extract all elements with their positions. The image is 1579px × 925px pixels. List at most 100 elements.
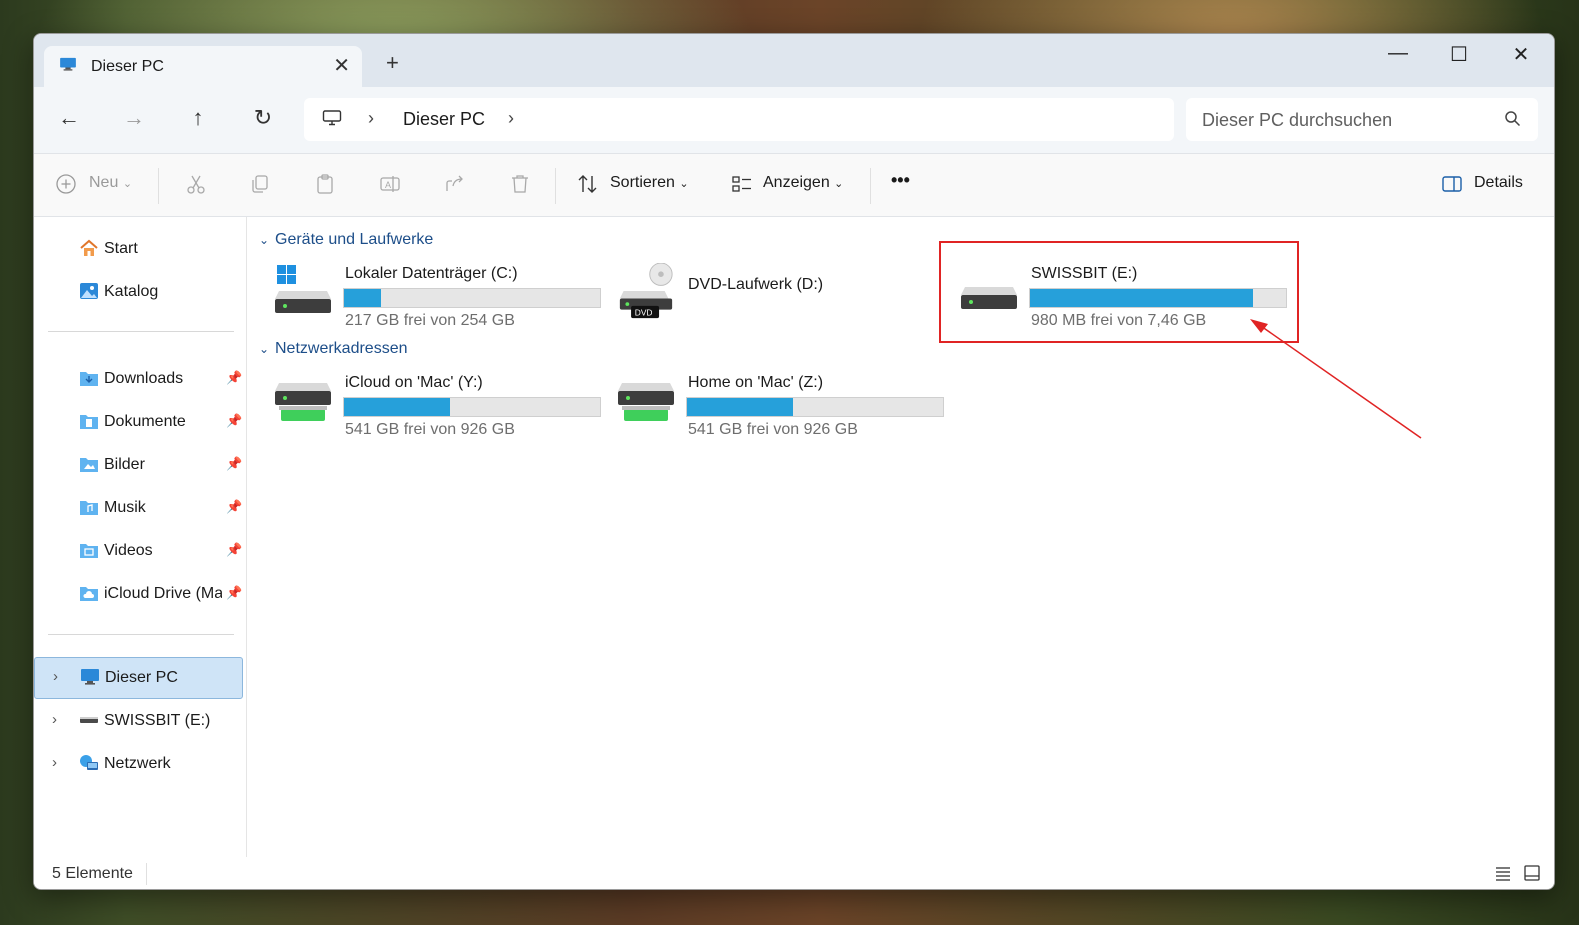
navigation-pane: Start Katalog Downloads 📌 Dokumente 📌 Bi… bbox=[34, 217, 247, 857]
close-window-button[interactable]: ✕ bbox=[1501, 42, 1541, 67]
back-button[interactable]: ← bbox=[54, 107, 84, 129]
tab-dieser-pc[interactable]: Dieser PC ✕ bbox=[44, 46, 362, 87]
sidebar-item-swissbit[interactable]: › SWISSBIT (E:) bbox=[34, 701, 244, 741]
address-bar[interactable]: › Dieser PC › bbox=[304, 98, 1174, 141]
sidebar-item-dokumente[interactable]: Dokumente 📌 bbox=[34, 402, 244, 442]
sidebar-item-label: Dieser PC bbox=[105, 669, 178, 686]
group-header-devices[interactable]: ⌄ Geräte und Laufwerke bbox=[259, 231, 433, 249]
pictures-folder-icon bbox=[80, 458, 98, 472]
network-icon bbox=[80, 755, 98, 770]
sidebar-divider bbox=[48, 634, 234, 635]
breadcrumb-location[interactable]: Dieser PC bbox=[403, 109, 485, 130]
delete-icon[interactable] bbox=[508, 172, 532, 196]
forward-button[interactable]: → bbox=[119, 107, 149, 129]
sidebar-item-videos[interactable]: Videos 📌 bbox=[34, 531, 244, 571]
chevron-down-icon: ⌄ bbox=[259, 342, 270, 356]
videos-folder-icon bbox=[80, 544, 98, 558]
sort-button[interactable]: Sortieren ⌄ bbox=[610, 174, 689, 192]
new-tab-button[interactable]: + bbox=[386, 52, 399, 74]
icloud-folder-icon bbox=[80, 587, 98, 601]
capacity-fill bbox=[687, 398, 794, 416]
minimize-button[interactable]: — bbox=[1378, 42, 1418, 65]
rename-icon[interactable]: A bbox=[378, 172, 402, 196]
details-view-icon[interactable] bbox=[1494, 864, 1512, 882]
view-label: Anzeigen bbox=[763, 174, 830, 191]
sidebar-item-icloud-drive[interactable]: iCloud Drive (Mac) 📌 bbox=[34, 574, 244, 614]
drive-item-d[interactable]: DVD DVD-Laufwerk (D:) bbox=[590, 253, 920, 343]
close-tab-icon[interactable]: ✕ bbox=[333, 53, 350, 78]
refresh-button[interactable]: ↻ bbox=[248, 107, 278, 129]
downloads-folder-icon bbox=[80, 372, 98, 386]
capacity-fill bbox=[344, 398, 451, 416]
chevron-down-icon: ⌄ bbox=[834, 178, 844, 190]
maximize-button[interactable]: ☐ bbox=[1439, 42, 1479, 67]
status-bar: 5 Elemente bbox=[34, 857, 1554, 889]
new-label: Neu bbox=[89, 174, 119, 191]
pin-icon[interactable]: 📌 bbox=[226, 499, 242, 515]
gallery-icon bbox=[80, 283, 98, 299]
chevron-right-icon[interactable]: › bbox=[53, 668, 58, 685]
file-explorer-window: Dieser PC ✕ + — ☐ ✕ ← → ↑ ↻ › Dieser PC … bbox=[33, 33, 1555, 890]
sort-icon[interactable] bbox=[576, 172, 600, 196]
command-bar: Neu ⌄ A Sortieren ⌄ Anzeigen ⌄ ••• Detai… bbox=[34, 154, 1554, 217]
details-pane-icon[interactable] bbox=[1440, 172, 1464, 196]
chevron-down-icon: ⌄ bbox=[259, 233, 270, 247]
drive-free-space: 541 GB frei von 926 GB bbox=[688, 421, 858, 438]
drive-item-y[interactable]: iCloud on 'Mac' (Y:) 541 GB frei von 926… bbox=[247, 362, 601, 452]
sidebar-item-downloads[interactable]: Downloads 📌 bbox=[34, 359, 244, 399]
view-icon[interactable] bbox=[730, 172, 754, 196]
cut-icon[interactable] bbox=[184, 172, 208, 196]
new-button[interactable]: Neu ⌄ bbox=[89, 174, 132, 192]
breadcrumb-chevron-icon[interactable]: › bbox=[508, 108, 514, 129]
copy-icon[interactable] bbox=[248, 172, 272, 196]
pin-icon[interactable]: 📌 bbox=[226, 456, 242, 472]
dvd-drive-icon: DVD bbox=[619, 263, 673, 319]
sidebar-item-katalog[interactable]: Katalog bbox=[34, 272, 244, 312]
sidebar-item-label: Netzwerk bbox=[104, 755, 171, 772]
pin-icon[interactable]: 📌 bbox=[226, 370, 242, 386]
sidebar-item-musik[interactable]: Musik 📌 bbox=[34, 488, 244, 528]
capacity-bar bbox=[343, 288, 601, 308]
pin-icon[interactable]: 📌 bbox=[226, 585, 242, 601]
sidebar-item-label: Downloads bbox=[104, 370, 184, 387]
monitor-icon bbox=[322, 110, 342, 126]
system-drive-icon bbox=[275, 265, 331, 313]
sidebar-item-label: Start bbox=[104, 240, 138, 257]
new-icon[interactable] bbox=[54, 172, 78, 196]
drive-name: DVD-Laufwerk (D:) bbox=[688, 276, 824, 293]
toolbar-divider bbox=[555, 168, 556, 204]
paste-icon[interactable] bbox=[313, 172, 337, 196]
network-drive-icon bbox=[275, 383, 331, 421]
view-button[interactable]: Anzeigen ⌄ bbox=[763, 174, 843, 192]
up-button[interactable]: ↑ bbox=[183, 107, 213, 129]
pin-icon[interactable]: 📌 bbox=[226, 542, 242, 558]
chevron-down-icon: ⌄ bbox=[679, 178, 689, 190]
drive-item-z[interactable]: Home on 'Mac' (Z:) 541 GB frei von 926 G… bbox=[590, 362, 944, 452]
tiles-view-icon[interactable] bbox=[1523, 864, 1541, 882]
sidebar-item-label: Bilder bbox=[104, 456, 145, 473]
svg-text:A: A bbox=[385, 180, 391, 190]
breadcrumb-chevron-icon[interactable]: › bbox=[368, 108, 374, 129]
search-placeholder: Dieser PC durchsuchen bbox=[1202, 110, 1393, 130]
drive-item-c[interactable]: Lokaler Datenträger (C:) 217 GB frei von… bbox=[247, 253, 601, 343]
drive-name: iCloud on 'Mac' (Y:) bbox=[345, 374, 483, 391]
details-button[interactable]: Details bbox=[1474, 174, 1523, 192]
group-title: Netzwerkadressen bbox=[275, 340, 408, 357]
sidebar-item-bilder[interactable]: Bilder 📌 bbox=[34, 445, 244, 485]
sidebar-item-start[interactable]: Start bbox=[34, 229, 244, 269]
network-drive-icon bbox=[618, 383, 674, 421]
capacity-fill bbox=[344, 289, 382, 307]
more-options-button[interactable]: ••• bbox=[891, 170, 910, 191]
search-box[interactable]: Dieser PC durchsuchen bbox=[1186, 98, 1538, 141]
group-header-network[interactable]: ⌄ Netzwerkadressen bbox=[259, 340, 408, 358]
highlight-box bbox=[939, 241, 1299, 343]
sidebar-item-dieser-pc[interactable]: › Dieser PC bbox=[34, 657, 243, 699]
capacity-bar bbox=[343, 397, 601, 417]
pin-icon[interactable]: 📌 bbox=[226, 413, 242, 429]
share-icon[interactable] bbox=[443, 172, 467, 196]
music-folder-icon bbox=[80, 501, 98, 515]
sidebar-item-netzwerk[interactable]: › Netzwerk bbox=[34, 744, 244, 784]
chevron-right-icon[interactable]: › bbox=[52, 754, 57, 771]
chevron-down-icon: ⌄ bbox=[122, 178, 133, 190]
chevron-right-icon[interactable]: › bbox=[52, 711, 57, 728]
